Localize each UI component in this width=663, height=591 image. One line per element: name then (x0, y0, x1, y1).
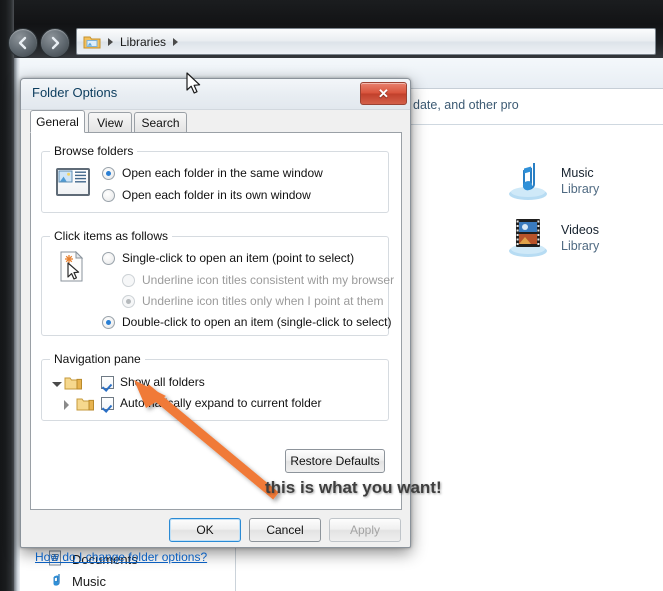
radio-open-same-window[interactable]: Open each folder in the same window (102, 166, 323, 180)
checkbox-show-all-folders[interactable]: Show all folders (101, 375, 205, 389)
nav-item-music[interactable]: Music (48, 572, 106, 591)
screenshot-root: Organize New library es and arrange them… (0, 0, 663, 591)
radio-indicator[interactable] (102, 315, 115, 329)
tab-strip: General View Search (30, 110, 402, 133)
library-item-sub: Library (561, 239, 600, 253)
library-item-labels: Music Library (561, 165, 599, 198)
radio-label: Double-click to open an item (single-cli… (122, 315, 392, 329)
checkbox-indicator[interactable] (101, 375, 114, 389)
forward-button[interactable] (40, 28, 70, 58)
library-item-labels: Videos Library (561, 222, 599, 255)
address-bar[interactable]: Libraries (76, 28, 656, 55)
checkbox-auto-expand[interactable]: Automatically expand to current folder (101, 396, 321, 410)
library-item-name: Music (561, 166, 594, 180)
group-title: Browse folders (50, 144, 138, 158)
group-title: Navigation pane (50, 352, 145, 366)
library-item-videos[interactable]: Videos Library (505, 213, 599, 264)
radio-label: Open each folder in the same window (122, 166, 323, 180)
browse-folders-icon (56, 168, 90, 196)
button-label: OK (196, 523, 214, 537)
music-note-icon (48, 572, 63, 591)
back-button[interactable] (8, 28, 38, 58)
music-note-icon (505, 156, 551, 207)
window-left-frame (0, 0, 14, 591)
tab-label: View (97, 115, 123, 130)
cancel-button[interactable]: Cancel (249, 518, 321, 542)
radio-label: Underline icon titles consistent with my… (142, 273, 395, 287)
radio-indicator[interactable] (102, 188, 115, 202)
library-item-sub: Library (561, 182, 600, 196)
tab-label: General (36, 114, 79, 129)
radio-indicator[interactable] (102, 251, 115, 265)
expander-expanded-icon[interactable] (52, 382, 62, 387)
restore-defaults-button[interactable]: Restore Defaults (285, 449, 385, 473)
ok-button[interactable]: OK (169, 518, 241, 542)
close-icon[interactable]: ✕ (360, 82, 407, 105)
radio-indicator (122, 294, 135, 308)
radio-indicator[interactable] (102, 166, 115, 180)
radio-open-own-window[interactable]: Open each folder in its own window (102, 188, 311, 202)
radio-double-click[interactable]: Double-click to open an item (single-cli… (102, 315, 391, 329)
film-strip-icon (505, 213, 551, 264)
radio-label: Open each folder in its own window (122, 188, 311, 202)
radio-underline-consistent: Underline icon titles consistent with my… (122, 273, 394, 287)
annotation-text: this is what you want! (265, 478, 442, 497)
checkbox-indicator[interactable] (101, 396, 114, 410)
radio-label: Underline icon titles only when I point … (142, 294, 384, 308)
folder-collapsed-icon (76, 396, 95, 412)
click-items-icon (58, 250, 86, 283)
radio-underline-on-point: Underline icon titles only when I point … (122, 294, 383, 308)
button-label: Cancel (266, 523, 304, 537)
tab-label: Search (141, 115, 180, 130)
library-folder-icon (83, 34, 101, 50)
expander-collapsed-icon[interactable] (64, 400, 69, 410)
nav-item-label: Music (72, 574, 106, 589)
group-click-items: Click items as follows Single-click to o… (41, 229, 394, 336)
general-tab-panel: Browse folders Open each folder in the s… (30, 132, 402, 510)
folder-expanded-icon (64, 375, 83, 391)
radio-indicator (122, 273, 135, 287)
checkbox-label: Automatically expand to current folder (120, 396, 322, 410)
group-browse-folders: Browse folders Open each folder in the s… (41, 144, 389, 213)
library-item-name: Videos (561, 223, 599, 237)
help-link-folder-options[interactable]: How do I change folder options? (35, 550, 207, 564)
radio-label: Single-click to open an item (point to s… (122, 251, 355, 265)
checkbox-label: Show all folders (120, 375, 205, 389)
group-title: Click items as follows (50, 229, 173, 243)
library-item-music[interactable]: Music Library (505, 156, 599, 207)
tab-search[interactable]: Search (134, 112, 187, 132)
tab-general[interactable]: General (30, 110, 85, 133)
navigation-buttons (8, 28, 86, 58)
breadcrumb-separator-icon (108, 37, 113, 46)
breadcrumb-separator-icon[interactable] (173, 37, 179, 46)
breadcrumb-libraries[interactable]: Libraries (116, 35, 170, 49)
dialog-title: Folder Options (32, 85, 118, 100)
button-label: Apply (349, 523, 381, 537)
radio-single-click[interactable]: Single-click to open an item (point to s… (102, 251, 354, 265)
tab-view[interactable]: View (88, 112, 132, 132)
apply-button: Apply (329, 518, 401, 542)
group-navigation-pane: Navigation pane Show all folders Automat… (41, 352, 389, 421)
button-label: Restore Defaults (290, 454, 380, 468)
